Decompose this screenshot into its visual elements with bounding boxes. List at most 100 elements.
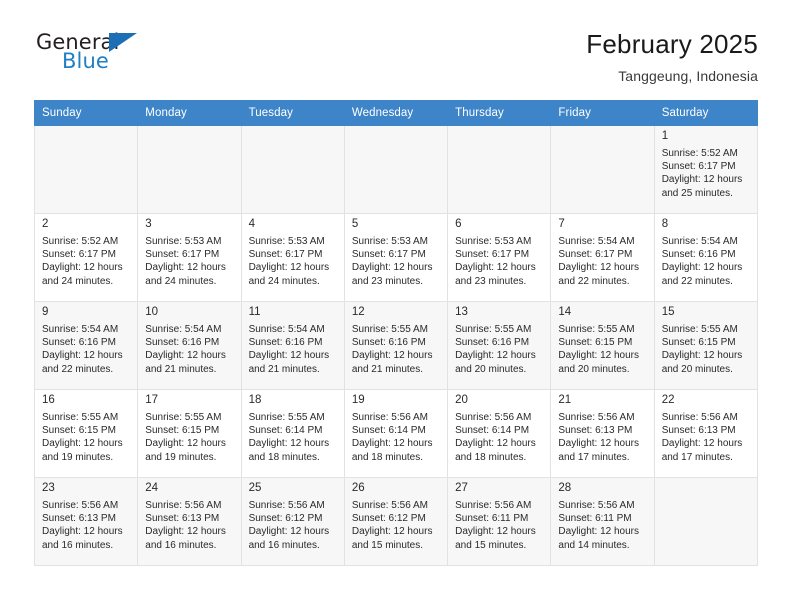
calendar-day-cell[interactable]: 4 Sunrise: 5:53 AM Sunset: 6:17 PM Daylight… (240, 213, 345, 302)
sunrise-text: Sunrise: 5:54 AM (661, 236, 738, 247)
calendar-day-cell[interactable]: 7 Sunrise: 5:54 AM Sunset: 6:17 PM Daylight… (550, 213, 655, 302)
calendar-day-cell[interactable]: 16 Sunrise: 5:55 AM Sunset: 6:15 PM Dayligh… (33, 389, 139, 478)
calendar-day-cell[interactable]: 5 Sunrise: 5:53 AM Sunset: 6:17 PM Daylight… (343, 213, 449, 302)
sunrise-text: Sunrise: 5:54 AM (248, 324, 325, 335)
day-number: 11 (248, 306, 261, 318)
daylight-text: Daylight: 12 hours and 24 minutes. (248, 262, 330, 287)
calendar-day-cell[interactable]: 1 Sunrise: 5:52 AM Sunset: 6:17 PM Daylight… (653, 125, 759, 214)
sunrise-text: Sunrise: 5:55 AM (42, 412, 119, 423)
sunrise-text: Sunrise: 5:56 AM (455, 500, 532, 511)
sunset-text: Sunset: 6:17 PM (455, 249, 530, 261)
calendar-day-cell[interactable]: 14 Sunrise: 5:55 AM Sunset: 6:15 PM Dayligh… (550, 301, 655, 390)
calendar-day-cell[interactable]: 18 Sunrise: 5:55 AM Sunset: 6:14 PM Dayligh… (240, 389, 345, 478)
logo-triangle-icon (109, 33, 137, 52)
daylight-text: Daylight: 12 hours and 21 minutes. (248, 350, 330, 375)
day-number: 8 (661, 218, 669, 230)
day-number: 1 (661, 130, 669, 142)
calendar-header-row: Sunday Monday Tuesday Wednesday Thursday… (33, 100, 759, 126)
sunset-text: Sunset: 6:14 PM (455, 425, 530, 437)
day-number: 5 (351, 218, 359, 230)
sunrise-text: Sunrise: 5:53 AM (145, 236, 222, 247)
calendar-day-cell[interactable]: 24 Sunrise: 5:56 AM Sunset: 6:13 PM Dayligh… (137, 477, 242, 566)
sunset-text: Sunset: 6:16 PM (248, 337, 323, 349)
calendar-day-cell[interactable]: 12 Sunrise: 5:55 AM Sunset: 6:16 PM Dayligh… (343, 301, 449, 390)
sunset-text: Sunset: 6:11 PM (558, 513, 632, 525)
daylight-text: Daylight: 12 hours and 16 minutes. (145, 526, 226, 551)
sunset-text: Sunset: 6:17 PM (145, 249, 220, 261)
sunset-text: Sunset: 6:12 PM (248, 513, 323, 525)
calendar-day-cell[interactable]: 27 Sunrise: 5:56 AM Sunset: 6:11 PM Dayligh… (447, 477, 552, 566)
day-details: Sunrise: 5:54 AM Sunset: 6:16 PM Daylight:… (655, 234, 757, 288)
day-number: 21 (558, 394, 572, 406)
day-number: 22 (661, 394, 675, 406)
sunrise-text: Sunrise: 5:55 AM (661, 324, 738, 335)
daylight-text: Daylight: 12 hours and 18 minutes. (248, 438, 330, 463)
sunset-text: Sunset: 6:17 PM (42, 249, 116, 261)
sunset-text: Sunset: 6:16 PM (351, 337, 426, 349)
day-details: Sunrise: 5:56 AM Sunset: 6:11 PM Daylight:… (448, 498, 550, 552)
calendar-day-cell[interactable]: 20 Sunrise: 5:56 AM Sunset: 6:14 PM Dayligh… (447, 389, 552, 478)
calendar-day-cell[interactable]: 25 Sunrise: 5:56 AM Sunset: 6:12 PM Dayligh… (240, 477, 345, 566)
sunrise-text: Sunrise: 5:56 AM (145, 500, 222, 511)
day-number: 10 (145, 306, 159, 318)
sunset-text: Sunset: 6:13 PM (145, 513, 220, 525)
day-number: 28 (558, 482, 572, 494)
calendar-day-cell-empty (240, 125, 345, 214)
sunset-text: Sunset: 6:12 PM (351, 513, 426, 525)
sunrise-text: Sunrise: 5:55 AM (455, 324, 532, 335)
calendar-page: General Blue February 2025 Tanggeung, In… (0, 0, 792, 612)
calendar-day-cell[interactable]: 23 Sunrise: 5:56 AM Sunset: 6:13 PM Dayligh… (33, 477, 139, 566)
calendar-day-cell[interactable]: 13 Sunrise: 5:55 AM Sunset: 6:16 PM Dayligh… (447, 301, 552, 390)
daylight-text: Daylight: 12 hours and 24 minutes. (42, 262, 123, 287)
logo-text-blue: Blue (62, 49, 109, 73)
sunrise-text: Sunrise: 5:56 AM (351, 412, 428, 423)
calendar-day-cell[interactable]: 2 Sunrise: 5:52 AM Sunset: 6:17 PM Daylight… (33, 213, 139, 302)
day-details: Sunrise: 5:56 AM Sunset: 6:14 PM Daylight:… (345, 410, 447, 464)
sunrise-text: Sunrise: 5:54 AM (558, 236, 635, 247)
day-details: Sunrise: 5:54 AM Sunset: 6:16 PM Daylight:… (35, 322, 137, 376)
sunrise-text: Sunrise: 5:56 AM (558, 412, 635, 423)
weekday-header-wednesday: Wednesday (343, 100, 449, 126)
sunrise-text: Sunrise: 5:55 AM (351, 324, 428, 335)
daylight-text: Daylight: 12 hours and 21 minutes. (145, 350, 226, 375)
calendar-day-cell[interactable]: 10 Sunrise: 5:54 AM Sunset: 6:16 PM Dayligh… (137, 301, 242, 390)
weekday-header-tuesday: Tuesday (240, 100, 345, 126)
weekday-header-sunday: Sunday (33, 100, 139, 126)
sunrise-text: Sunrise: 5:56 AM (248, 500, 325, 511)
calendar-day-cell[interactable]: 8 Sunrise: 5:54 AM Sunset: 6:16 PM Daylight… (653, 213, 759, 302)
weekday-header-thursday: Thursday (447, 100, 552, 126)
calendar-day-cell[interactable]: 3 Sunrise: 5:53 AM Sunset: 6:17 PM Daylight… (137, 213, 242, 302)
calendar-day-cell[interactable]: 17 Sunrise: 5:55 AM Sunset: 6:15 PM Dayligh… (137, 389, 242, 478)
calendar-day-cell[interactable]: 22 Sunrise: 5:56 AM Sunset: 6:13 PM Dayligh… (653, 389, 759, 478)
calendar-day-cell[interactable]: 11 Sunrise: 5:54 AM Sunset: 6:16 PM Dayligh… (240, 301, 345, 390)
calendar-week-row: 1 Sunrise: 5:52 AM Sunset: 6:17 PM Daylight… (33, 125, 759, 214)
calendar-day-cell[interactable]: 26 Sunrise: 5:56 AM Sunset: 6:12 PM Dayligh… (343, 477, 449, 566)
day-number: 23 (42, 482, 55, 494)
page-title: February 2025 (586, 29, 758, 59)
calendar-day-cell[interactable]: 19 Sunrise: 5:56 AM Sunset: 6:14 PM Dayligh… (343, 389, 449, 478)
sunrise-text: Sunrise: 5:55 AM (145, 412, 222, 423)
day-details: Sunrise: 5:52 AM Sunset: 6:17 PM Daylight:… (35, 234, 137, 288)
day-details: Sunrise: 5:56 AM Sunset: 6:13 PM Daylight:… (655, 410, 757, 464)
general-blue-logo[interactable]: General Blue (34, 28, 154, 84)
day-details: Sunrise: 5:55 AM Sunset: 6:15 PM Daylight:… (138, 410, 240, 464)
day-details: Sunrise: 5:55 AM Sunset: 6:15 PM Daylight:… (655, 322, 757, 376)
daylight-text: Daylight: 12 hours and 17 minutes. (558, 438, 640, 463)
calendar-day-cell[interactable]: 28 Sunrise: 5:56 AM Sunset: 6:11 PM Dayligh… (550, 477, 655, 566)
day-number: 26 (351, 482, 365, 494)
day-details: Sunrise: 5:56 AM Sunset: 6:14 PM Daylight:… (448, 410, 550, 464)
page-header: General Blue February 2025 Tanggeung, In… (0, 0, 792, 100)
sunrise-text: Sunrise: 5:52 AM (661, 148, 738, 159)
calendar-day-cell-empty (653, 477, 759, 566)
day-number: 19 (351, 394, 365, 406)
sunrise-text: Sunrise: 5:56 AM (42, 500, 119, 511)
day-details: Sunrise: 5:56 AM Sunset: 6:12 PM Daylight:… (242, 498, 344, 552)
day-details: Sunrise: 5:56 AM Sunset: 6:12 PM Daylight:… (345, 498, 447, 552)
calendar-day-cell[interactable]: 9 Sunrise: 5:54 AM Sunset: 6:16 PM Daylight… (33, 301, 139, 390)
sunset-text: Sunset: 6:16 PM (455, 337, 530, 349)
calendar-day-cell[interactable]: 6 Sunrise: 5:53 AM Sunset: 6:17 PM Daylight… (447, 213, 552, 302)
calendar-day-cell[interactable]: 21 Sunrise: 5:56 AM Sunset: 6:13 PM Dayligh… (550, 389, 655, 478)
calendar-day-cell[interactable]: 15 Sunrise: 5:55 AM Sunset: 6:15 PM Dayligh… (653, 301, 759, 390)
daylight-text: Daylight: 12 hours and 24 minutes. (145, 262, 226, 287)
daylight-text: Daylight: 12 hours and 17 minutes. (661, 438, 743, 463)
